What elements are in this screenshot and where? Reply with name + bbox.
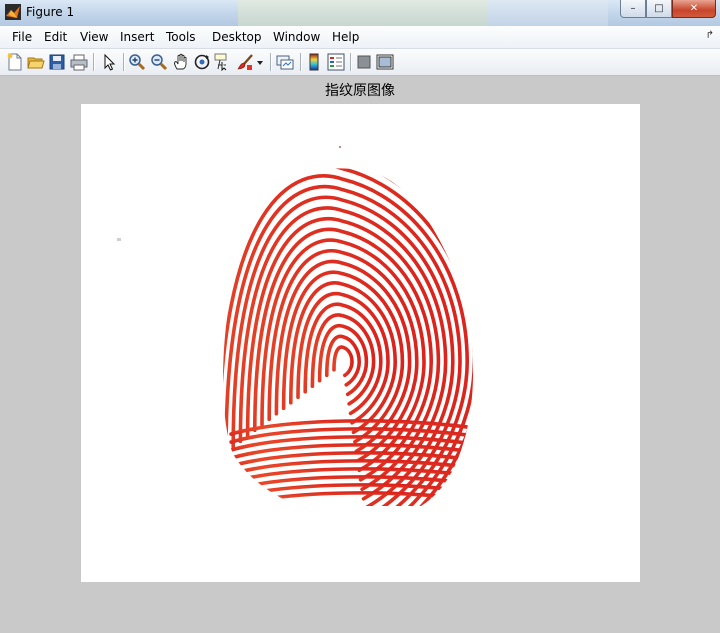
- show-plot-tools-icon[interactable]: [376, 53, 394, 71]
- image-speck: [117, 238, 121, 241]
- fingerprint-ridges: [223, 168, 474, 506]
- save-icon[interactable]: [48, 53, 66, 71]
- toolbar-separator: [300, 53, 301, 71]
- toolbar-separator: [270, 53, 271, 71]
- fingerprint-ridge: [223, 168, 474, 506]
- fingerprint-ridge: [325, 334, 362, 387]
- figure-toolbar: [0, 49, 720, 76]
- image-axes[interactable]: [81, 104, 640, 582]
- edit-plot-arrow-icon[interactable]: [100, 53, 118, 71]
- menu-desktop[interactable]: Desktop: [212, 30, 262, 44]
- data-cursor-icon[interactable]: [214, 53, 232, 71]
- menu-file[interactable]: File: [12, 30, 32, 44]
- colorbar-icon[interactable]: [305, 53, 323, 71]
- fingerprint-ridge: [223, 168, 474, 506]
- menu-edit[interactable]: Edit: [44, 30, 67, 44]
- minimize-button[interactable]: –: [620, 0, 646, 18]
- link-plot-icon[interactable]: [276, 53, 294, 71]
- fingerprint-ridge: [223, 168, 474, 506]
- print-icon[interactable]: [70, 53, 88, 71]
- window-titlebar[interactable]: Figure 1 – □ ✕: [0, 0, 720, 27]
- zoom-out-icon[interactable]: [150, 53, 168, 71]
- fingerprint-ridge: [223, 168, 474, 506]
- menu-bar: File Edit View Insert Tools Desktop Wind…: [0, 26, 720, 49]
- toolbar-separator: [93, 53, 94, 71]
- toolbar-separator: [350, 53, 351, 71]
- zoom-in-icon[interactable]: [128, 53, 146, 71]
- menu-tools[interactable]: Tools: [166, 30, 196, 44]
- background-window-ghost: [238, 0, 488, 26]
- fingerprint-ridge: [303, 302, 383, 416]
- dock-figure-icon[interactable]: ↱: [706, 30, 714, 41]
- background-window-ghost-2: [488, 0, 608, 26]
- open-file-icon[interactable]: [27, 53, 45, 71]
- fingerprint-ridge: [229, 491, 474, 506]
- window-caption-buttons: – □ ✕: [620, 0, 716, 18]
- matlab-logo-icon: [5, 4, 21, 20]
- maximize-button[interactable]: □: [646, 0, 672, 18]
- fingerprint-ridge: [223, 168, 474, 506]
- axes-title: 指纹原图像: [325, 83, 395, 99]
- fingerprint-ridge: [332, 345, 354, 378]
- menu-insert[interactable]: Insert: [120, 30, 154, 44]
- hide-plot-tools-icon[interactable]: [355, 53, 373, 71]
- image-speck: [339, 146, 341, 148]
- fingerprint-image: [117, 146, 474, 506]
- menu-help[interactable]: Help: [332, 30, 359, 44]
- brush-icon[interactable]: [236, 53, 254, 71]
- window-title: Figure 1: [26, 5, 75, 19]
- new-figure-icon[interactable]: [6, 53, 24, 71]
- toolbar-separator: [123, 53, 124, 71]
- rotate-3d-icon[interactable]: [193, 53, 211, 71]
- pan-hand-icon[interactable]: [172, 53, 190, 71]
- brush-dropdown-icon[interactable]: [255, 53, 265, 71]
- close-button[interactable]: ✕: [672, 0, 716, 18]
- fingerprint-ridge: [223, 168, 474, 506]
- fingerprint-ridge: [223, 168, 474, 506]
- menu-view[interactable]: View: [80, 30, 108, 44]
- legend-icon[interactable]: [327, 53, 345, 71]
- menu-window[interactable]: Window: [273, 30, 320, 44]
